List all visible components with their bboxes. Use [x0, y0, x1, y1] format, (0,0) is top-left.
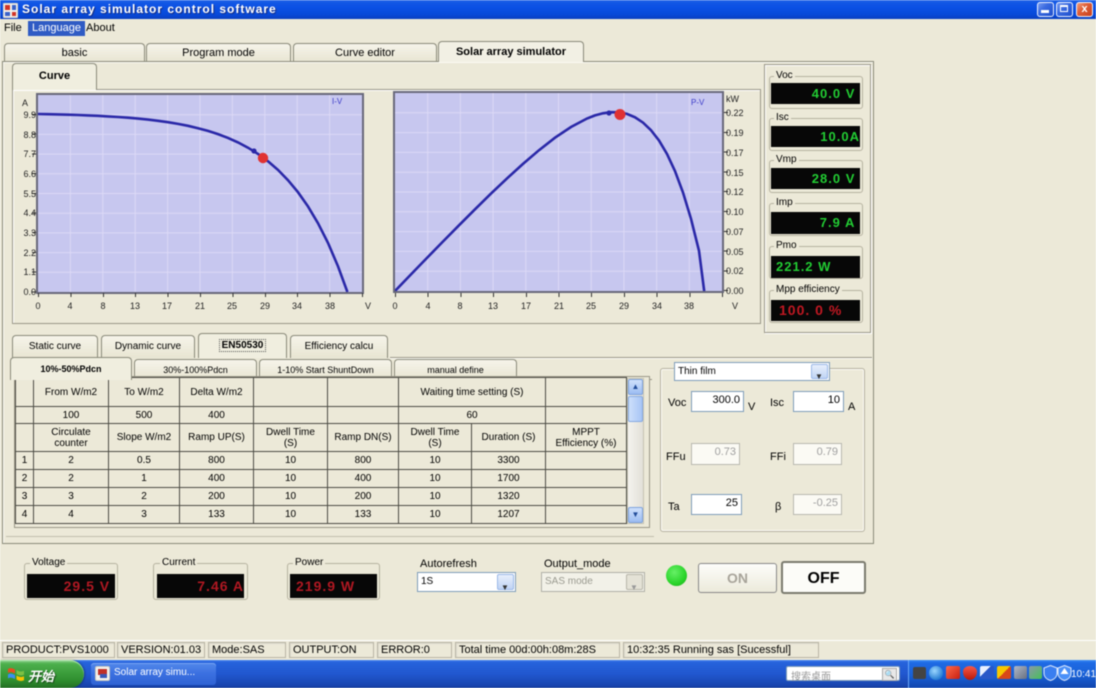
svg-text:P-V: P-V [691, 98, 705, 107]
svg-text:I-V: I-V [332, 97, 343, 106]
